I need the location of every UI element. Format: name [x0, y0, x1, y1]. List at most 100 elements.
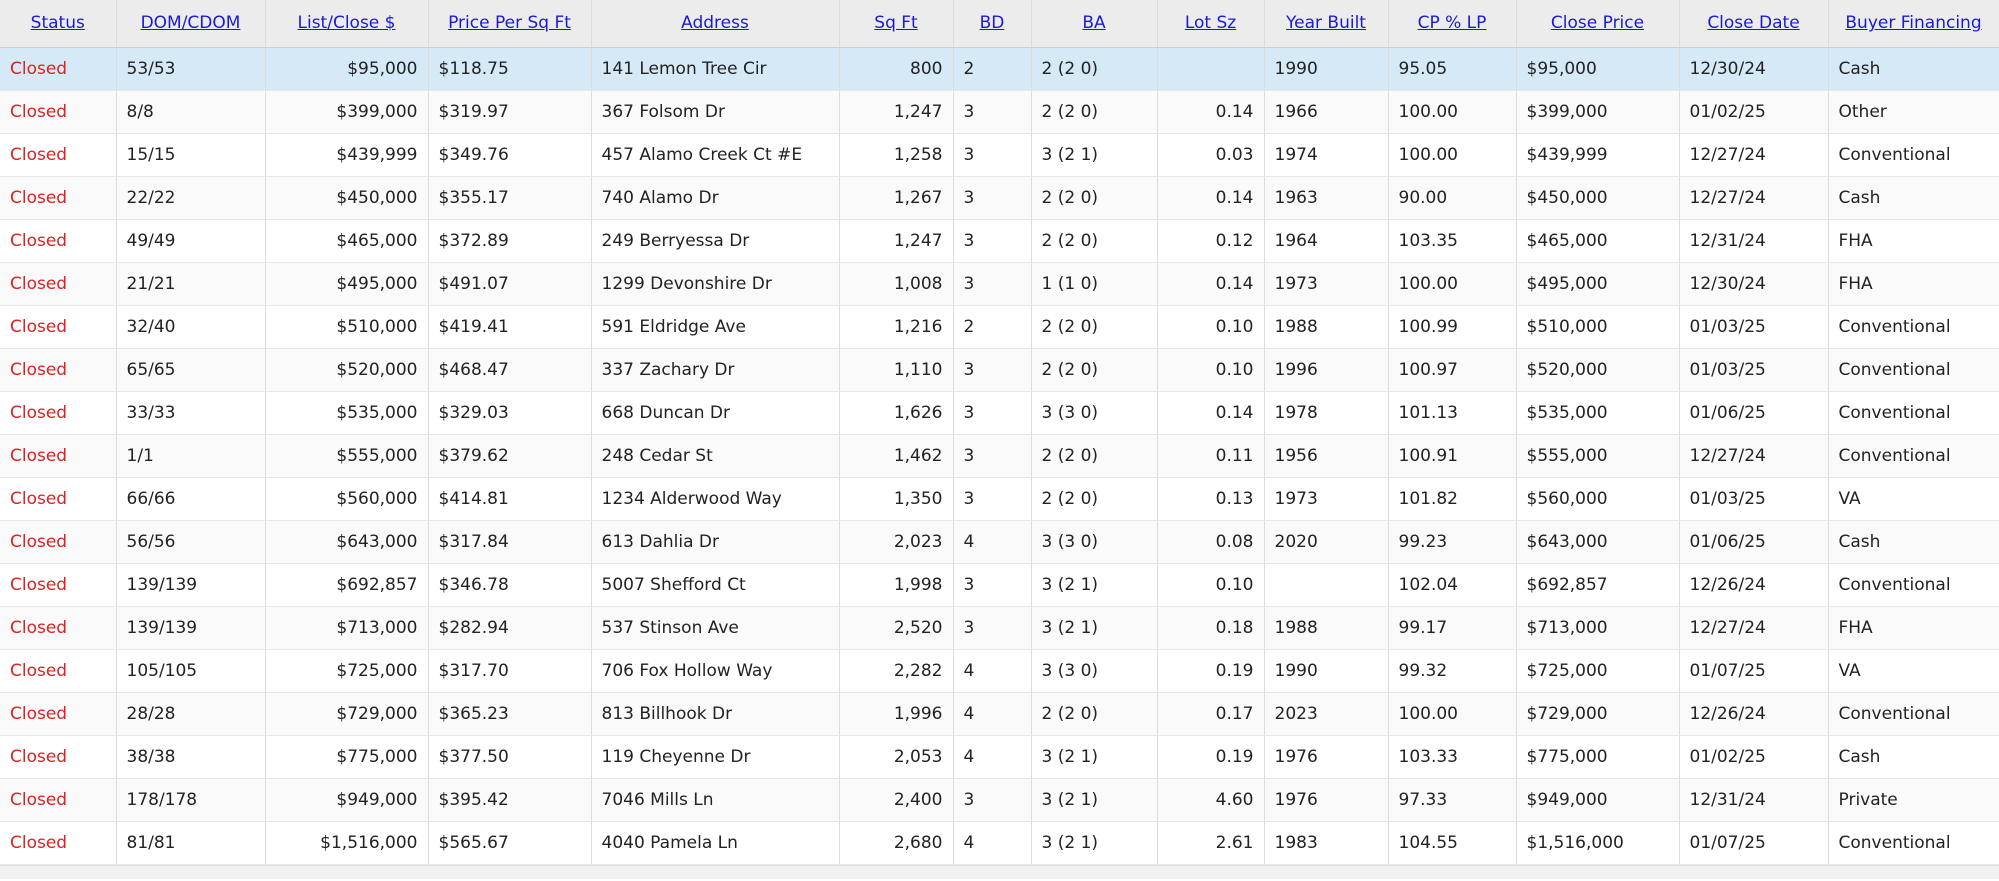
cell-cp-pct-lp: 104.55	[1388, 821, 1517, 865]
sort-link-status[interactable]: Status	[31, 13, 85, 33]
cell-buyer-financing: Conventional	[1828, 692, 1999, 736]
cell-buyer-financing: Other	[1828, 90, 1999, 134]
table-row[interactable]: Closed 139/139 $692,857 $346.78 5007 Sheffor…	[0, 563, 1999, 607]
table-row[interactable]: Closed 28/28 $729,000 $365.23 813 Billhook D…	[0, 692, 1999, 736]
sort-link-lot-size[interactable]: Lot Sz	[1185, 13, 1236, 33]
column-header-buyer-financing[interactable]: Buyer Financing	[1828, 0, 1999, 48]
table-row[interactable]: Closed 66/66 $560,000 $414.81 1234 Alderwood…	[0, 477, 1999, 521]
cell-close-date: 01/06/25	[1679, 391, 1829, 435]
column-header-close-price[interactable]: Close Price	[1516, 0, 1680, 48]
cell-dom-cdom: 66/66	[116, 477, 266, 521]
cell-address: 668 Duncan Dr	[591, 391, 840, 435]
cell-list-close-price: $450,000	[265, 176, 429, 220]
cell-year-built: 1990	[1264, 47, 1389, 91]
sort-link-address[interactable]: Address	[681, 13, 749, 33]
column-header-lot-size[interactable]: Lot Sz	[1157, 0, 1265, 48]
sort-link-year-built[interactable]: Year Built	[1286, 13, 1366, 33]
cell-sqft: 1,998	[839, 563, 954, 607]
table-row[interactable]: Closed 1/1 $555,000 $379.62 248 Cedar St 1,46…	[0, 434, 1999, 478]
column-header-year-built[interactable]: Year Built	[1264, 0, 1389, 48]
column-header-dom-cdom[interactable]: DOM/CDOM	[116, 0, 266, 48]
cell-close-date: 12/30/24	[1679, 47, 1829, 91]
cell-list-close-price: $520,000	[265, 348, 429, 392]
table-row[interactable]: Closed 21/21 $495,000 $491.07 1299 Devonshir…	[0, 262, 1999, 306]
cell-cp-pct-lp: 99.17	[1388, 606, 1517, 650]
sort-link-buyer-financing[interactable]: Buyer Financing	[1845, 13, 1981, 33]
sort-link-bathrooms[interactable]: BA	[1082, 13, 1105, 33]
cell-bathrooms: 3 (3 0)	[1031, 391, 1158, 435]
cell-cp-pct-lp: 97.33	[1388, 778, 1517, 822]
cell-bedrooms: 3	[953, 219, 1032, 263]
cell-cp-pct-lp: 100.00	[1388, 692, 1517, 736]
sort-link-list-close-price[interactable]: List/Close $	[298, 13, 396, 33]
table-row[interactable]: Closed 38/38 $775,000 $377.50 119 Cheyenne D…	[0, 735, 1999, 779]
cell-close-date: 01/02/25	[1679, 735, 1829, 779]
cell-buyer-financing: Conventional	[1828, 821, 1999, 865]
column-header-list-close-price[interactable]: List/Close $	[265, 0, 429, 48]
table-row[interactable]: Closed 81/81 $1,516,000 $565.67 4040 Pamela …	[0, 821, 1999, 865]
table-row[interactable]: Closed 139/139 $713,000 $282.94 537 Stinson …	[0, 606, 1999, 650]
column-header-sqft[interactable]: Sq Ft	[839, 0, 954, 48]
cell-year-built	[1264, 563, 1389, 607]
cell-lot-size: 0.13	[1157, 477, 1265, 521]
cell-bathrooms: 2 (2 0)	[1031, 477, 1158, 521]
column-header-price-per-sqft[interactable]: Price Per Sq Ft	[428, 0, 592, 48]
column-header-close-date[interactable]: Close Date	[1679, 0, 1829, 48]
cell-bedrooms: 4	[953, 821, 1032, 865]
cell-bathrooms: 3 (2 1)	[1031, 133, 1158, 177]
cell-address: 457 Alamo Creek Ct #E	[591, 133, 840, 177]
cell-buyer-financing: Conventional	[1828, 305, 1999, 349]
cell-status: Closed	[0, 821, 117, 865]
cell-cp-pct-lp: 90.00	[1388, 176, 1517, 220]
table-row[interactable]: Closed 49/49 $465,000 $372.89 249 Berryessa …	[0, 219, 1999, 263]
table-row[interactable]: Closed 22/22 $450,000 $355.17 740 Alamo Dr 1,…	[0, 176, 1999, 220]
cell-sqft: 1,267	[839, 176, 954, 220]
cell-list-close-price: $1,516,000	[265, 821, 429, 865]
table-row[interactable]: Closed 32/40 $510,000 $419.41 591 Eldridge A…	[0, 305, 1999, 349]
sort-link-sqft[interactable]: Sq Ft	[874, 13, 917, 33]
sort-link-bedrooms[interactable]: BD	[980, 13, 1005, 33]
cell-sqft: 2,053	[839, 735, 954, 779]
cell-price-per-sqft: $329.03	[428, 391, 592, 435]
table-row[interactable]: Closed 178/178 $949,000 $395.42 7046 Mills L…	[0, 778, 1999, 822]
column-header-address[interactable]: Address	[591, 0, 840, 48]
cell-buyer-financing: Conventional	[1828, 348, 1999, 392]
cell-sqft: 1,110	[839, 348, 954, 392]
column-header-cp-pct-lp[interactable]: CP % LP	[1388, 0, 1517, 48]
sort-link-close-date[interactable]: Close Date	[1707, 13, 1799, 33]
cell-lot-size: 0.11	[1157, 434, 1265, 478]
sort-link-dom-cdom[interactable]: DOM/CDOM	[141, 13, 241, 33]
cell-cp-pct-lp: 101.13	[1388, 391, 1517, 435]
table-row[interactable]: Closed 53/53 $95,000 $118.75 141 Lemon Tree …	[0, 47, 1999, 91]
cell-lot-size: 0.10	[1157, 563, 1265, 607]
cell-close-date: 01/03/25	[1679, 348, 1829, 392]
cell-sqft: 1,350	[839, 477, 954, 521]
sort-link-price-per-sqft[interactable]: Price Per Sq Ft	[448, 13, 571, 33]
cell-cp-pct-lp: 102.04	[1388, 563, 1517, 607]
cell-bedrooms: 3	[953, 348, 1032, 392]
cell-sqft: 1,216	[839, 305, 954, 349]
cell-close-price: $495,000	[1516, 262, 1680, 306]
cell-close-price: $399,000	[1516, 90, 1680, 134]
cell-buyer-financing: VA	[1828, 477, 1999, 521]
column-header-bedrooms[interactable]: BD	[953, 0, 1032, 48]
table-row[interactable]: Closed 105/105 $725,000 $317.70 706 Fox Holl…	[0, 649, 1999, 693]
cell-status: Closed	[0, 47, 117, 91]
table-row[interactable]: Closed 56/56 $643,000 $317.84 613 Dahlia Dr 2…	[0, 520, 1999, 564]
table-row[interactable]: Closed 33/33 $535,000 $329.03 668 Duncan Dr 1…	[0, 391, 1999, 435]
sort-link-cp-pct-lp[interactable]: CP % LP	[1418, 13, 1487, 33]
sort-link-close-price[interactable]: Close Price	[1551, 13, 1644, 33]
cell-bedrooms: 3	[953, 778, 1032, 822]
cell-year-built: 1964	[1264, 219, 1389, 263]
cell-close-price: $729,000	[1516, 692, 1680, 736]
table-row[interactable]: Closed 65/65 $520,000 $468.47 337 Zachary Dr…	[0, 348, 1999, 392]
cell-close-price: $643,000	[1516, 520, 1680, 564]
cell-lot-size: 0.14	[1157, 391, 1265, 435]
column-header-bathrooms[interactable]: BA	[1031, 0, 1158, 48]
column-header-status[interactable]: Status	[0, 0, 117, 48]
table-row[interactable]: Closed 15/15 $439,999 $349.76 457 Alamo Cree…	[0, 133, 1999, 177]
table-row[interactable]: Closed 8/8 $399,000 $319.97 367 Folsom Dr 1,2…	[0, 90, 1999, 134]
cell-bathrooms: 3 (2 1)	[1031, 563, 1158, 607]
cell-lot-size: 0.19	[1157, 735, 1265, 779]
cell-close-price: $775,000	[1516, 735, 1680, 779]
